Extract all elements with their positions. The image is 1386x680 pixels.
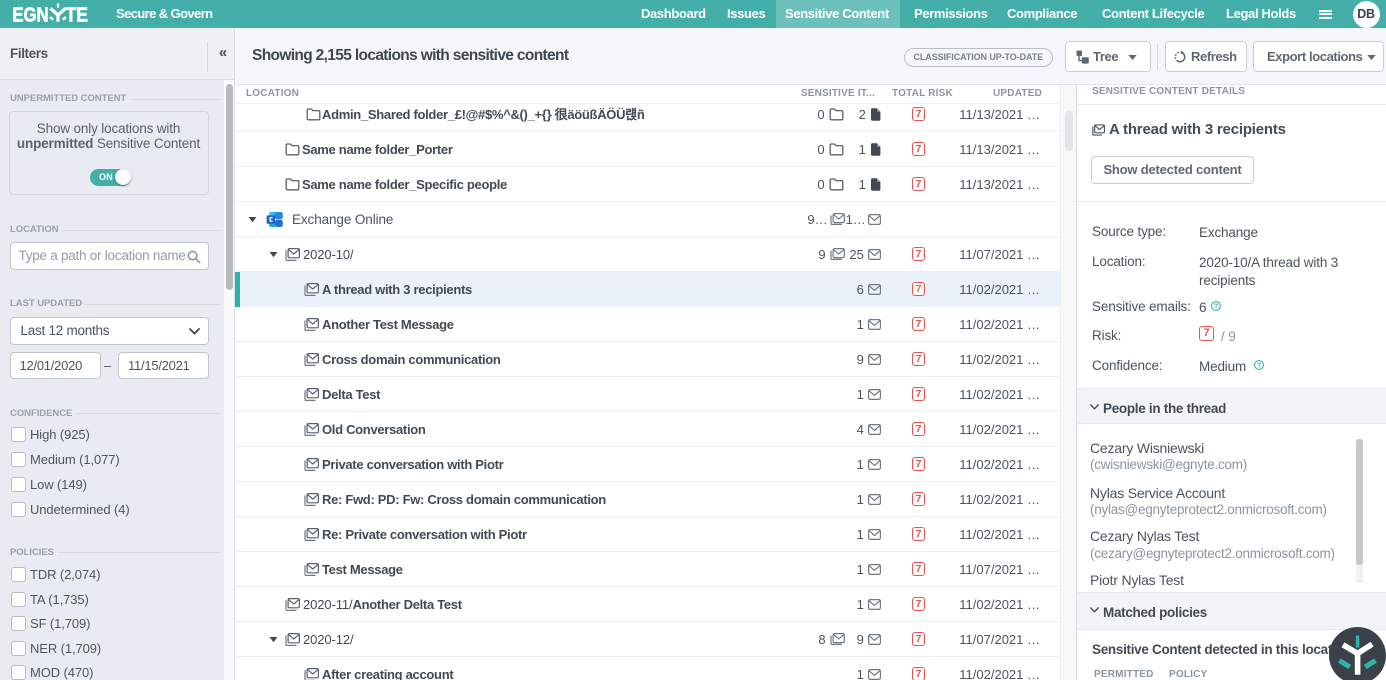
svg-text:?: ? xyxy=(1214,304,1218,311)
svg-text:EGN: EGN xyxy=(12,5,48,26)
svg-text:TE: TE xyxy=(66,5,88,26)
svg-text:?: ? xyxy=(1257,362,1261,369)
